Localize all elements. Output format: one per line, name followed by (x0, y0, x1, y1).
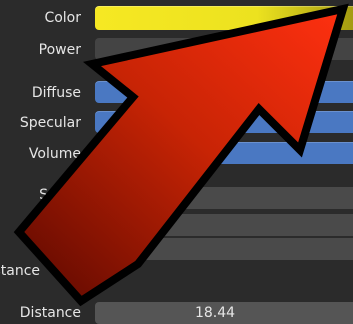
distance-value: 18.44 (194, 305, 236, 321)
specular-slider[interactable] (95, 111, 353, 133)
diffuse-slider[interactable] (95, 81, 353, 103)
partial-s-label: S (39, 187, 48, 203)
power-field[interactable] (95, 38, 353, 60)
hidden-field-3[interactable] (95, 238, 353, 260)
volume-slider[interactable] (95, 142, 353, 164)
power-label: Power (38, 42, 81, 58)
specular-label: Specular (19, 115, 81, 131)
volume-label: Volume (28, 146, 81, 162)
color-label: Color (44, 10, 81, 26)
hidden-field-1[interactable] (95, 187, 353, 209)
hidden-field-2[interactable] (95, 214, 353, 236)
partial-distance-label: istance (0, 263, 40, 279)
distance-label: Distance (19, 305, 81, 321)
light-properties-panel: Color Power Diffuse Specular Volume S is… (0, 0, 353, 324)
diffuse-label: Diffuse (31, 85, 81, 101)
color-swatch[interactable] (95, 6, 353, 30)
